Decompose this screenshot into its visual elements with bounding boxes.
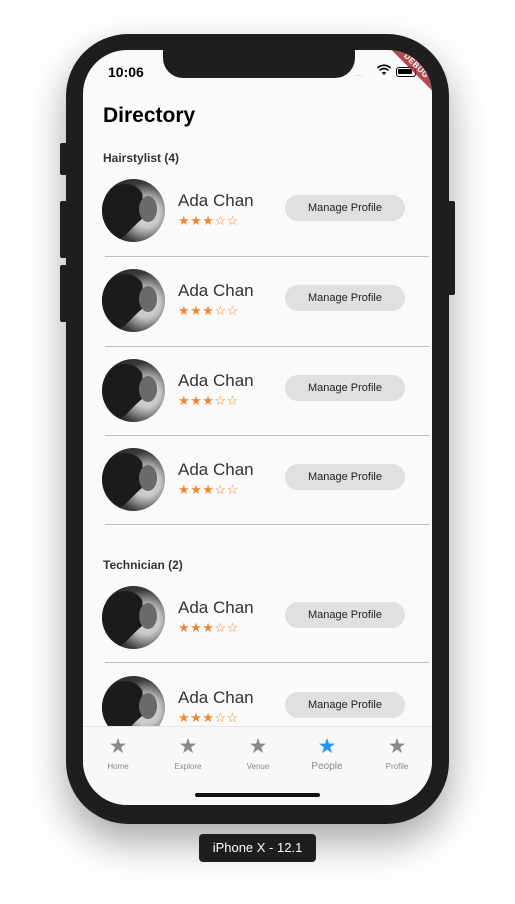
tab-home[interactable]: ★ Home: [83, 735, 153, 771]
divider: [105, 524, 429, 525]
divider: [105, 435, 429, 436]
person-name: Ada Chan: [178, 688, 254, 707]
tab-profile[interactable]: ★ Profile: [362, 735, 432, 771]
star-icon: ★: [108, 735, 128, 758]
star-rating: ★★★☆☆: [178, 620, 239, 635]
divider: [105, 662, 429, 663]
notch: [163, 50, 355, 78]
star-rating: ★★★☆☆: [178, 393, 239, 408]
divider: [105, 256, 429, 257]
star-icon: ★: [387, 735, 407, 758]
person-name: Ada Chan: [178, 191, 254, 210]
simulator-stage: 10:06 .... DEBUG Directory Hairstylist (…: [0, 0, 515, 904]
manage-profile-button[interactable]: Manage Profile: [285, 692, 405, 718]
manage-profile-button[interactable]: Manage Profile: [285, 375, 405, 401]
power-button: [448, 201, 455, 295]
tab-people[interactable]: ★ People: [292, 735, 362, 772]
tab-label: Home: [107, 762, 129, 771]
person-name: Ada Chan: [178, 598, 254, 617]
device-label: iPhone X - 12.1: [199, 834, 316, 862]
tab-label: People: [311, 761, 343, 772]
tab-venue[interactable]: ★ Venue: [223, 735, 293, 771]
avatar: [102, 586, 165, 649]
star-icon: ★: [248, 735, 268, 758]
star-icon: ★: [317, 735, 337, 758]
person-name: Ada Chan: [178, 371, 254, 390]
tab-label: Explore: [174, 762, 202, 771]
manage-profile-button[interactable]: Manage Profile: [285, 285, 405, 311]
star-rating: ★★★☆☆: [178, 303, 239, 318]
avatar: [102, 179, 165, 242]
star-rating: ★★★☆☆: [178, 213, 239, 228]
signal-icon: ....: [355, 71, 363, 78]
tab-explore[interactable]: ★ Explore: [153, 735, 223, 771]
tab-label: Profile: [385, 762, 409, 771]
manage-profile-button[interactable]: Manage Profile: [285, 195, 405, 221]
avatar: [102, 269, 165, 332]
star-rating: ★★★☆☆: [178, 710, 239, 725]
person-name: Ada Chan: [178, 460, 254, 479]
avatar: [102, 448, 165, 511]
status-time: 10:06: [108, 64, 144, 80]
wifi-icon: [377, 64, 391, 75]
phone-screen: 10:06 .... DEBUG Directory Hairstylist (…: [83, 50, 432, 805]
section-title-hairstylist: Hairstylist (4): [103, 151, 180, 165]
manage-profile-button[interactable]: Manage Profile: [285, 464, 405, 490]
page-title: Directory: [103, 104, 196, 127]
star-rating: ★★★☆☆: [178, 482, 239, 497]
section-title-technician: Technician (2): [103, 558, 183, 572]
person-name: Ada Chan: [178, 281, 254, 300]
manage-profile-button[interactable]: Manage Profile: [285, 602, 405, 628]
tab-label: Venue: [246, 762, 270, 771]
star-icon: ★: [178, 735, 198, 758]
avatar: [102, 359, 165, 422]
divider: [105, 346, 429, 347]
home-indicator[interactable]: [195, 793, 320, 797]
